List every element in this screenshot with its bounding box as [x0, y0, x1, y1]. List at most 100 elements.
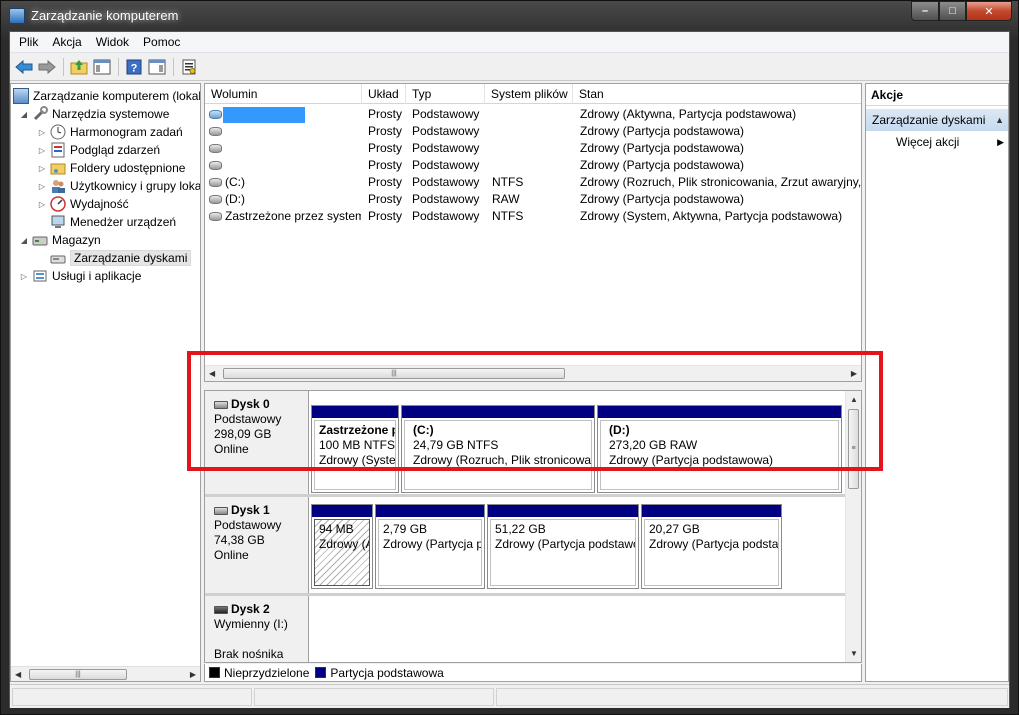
scrollbar-thumb[interactable]: ≡: [848, 409, 859, 489]
collapse-arrow-icon[interactable]: ◢: [19, 110, 29, 119]
tree-item-storage[interactable]: ◢ Magazyn: [19, 231, 101, 249]
table-cell-layout: Prosty: [368, 141, 403, 155]
partition-disk1-3[interactable]: 51,22 GBZdrowy (Partycja podstawowa): [487, 504, 639, 589]
close-button[interactable]: ✕: [966, 1, 1012, 21]
minimize-button[interactable]: –: [911, 1, 939, 21]
scroll-down-arrow-icon[interactable]: ▼: [850, 649, 858, 658]
disk-state: Online: [214, 548, 249, 562]
legend-label-primary: Partycja podstawowa: [330, 665, 444, 680]
table-row[interactable]: Prosty Podstawowy Zdrowy (Partycja podstaw…: [205, 123, 861, 140]
actions-section-label: Zarządzanie dyskami: [872, 113, 986, 127]
tree-item-users-groups[interactable]: ▷ Użytkownicy i grupy lokalne: [37, 177, 200, 195]
partition-c[interactable]: (C:) 24,79 GB NTFS Zdrowy (Rozruch, Plik s…: [401, 405, 595, 493]
collapse-up-icon[interactable]: ▲: [995, 109, 1004, 131]
volume-list-horizontal-scrollbar[interactable]: ◀ ||| ▶: [205, 365, 861, 381]
column-header-type[interactable]: Typ: [406, 84, 485, 104]
tree-item-event-viewer[interactable]: ▷ Podgląd zdarzeń: [37, 141, 160, 159]
show-hide-action-pane-button[interactable]: [146, 56, 168, 78]
toolbar: ?: [10, 53, 1009, 81]
scroll-up-arrow-icon[interactable]: ▲: [850, 395, 858, 404]
device-manager-icon: [50, 214, 66, 230]
tree-item-services-apps[interactable]: ▷ Usługi i aplikacje: [19, 267, 141, 285]
table-row[interactable]: Zastrzeżone przez system Prosty Podstawowy…: [205, 208, 861, 225]
partition-d[interactable]: (D:) 273,20 GB RAW Zdrowy (Partycja podsta…: [597, 405, 842, 493]
table-cell-volume: [225, 106, 361, 123]
up-level-button[interactable]: [68, 56, 90, 78]
expand-arrow-icon[interactable]: ▷: [37, 200, 47, 209]
column-header-layout[interactable]: Układ: [362, 84, 406, 104]
disk-map-vertical-scrollbar[interactable]: ▲ ≡ ▼: [845, 391, 861, 662]
expand-arrow-icon[interactable]: ▷: [37, 146, 47, 155]
help-icon: ?: [126, 59, 142, 74]
table-cell-layout: Prosty: [368, 107, 403, 121]
maximize-button[interactable]: □: [939, 1, 966, 21]
disk-1-label[interactable]: Dysk 1 Podstawowy 74,38 GB Online: [205, 497, 309, 593]
menu-view[interactable]: Widok: [89, 35, 136, 49]
forward-button[interactable]: [36, 56, 58, 78]
title-bar[interactable]: Zarządzanie komputerem – □ ✕: [1, 1, 1018, 31]
scrollbar-thumb[interactable]: |||: [223, 368, 565, 379]
show-hide-tree-button[interactable]: [91, 56, 113, 78]
menu-action[interactable]: Akcja: [45, 35, 88, 49]
table-cell-type: Podstawowy: [412, 158, 480, 172]
column-header-status[interactable]: Stan: [573, 84, 863, 104]
table-row[interactable]: Prosty Podstawowy Zdrowy (Aktywna, Partycj…: [205, 106, 861, 123]
tree-horizontal-scrollbar[interactable]: ◀ ||| ▶: [11, 666, 200, 681]
tree-item-root[interactable]: Zarządzanie komputerem (lokalne): [13, 87, 200, 105]
scroll-left-arrow-icon[interactable]: ◀: [15, 670, 21, 679]
actions-section-disk-management[interactable]: Zarządzanie dyskami ▲: [866, 109, 1008, 131]
partition-disk1-2[interactable]: 2,79 GBZdrowy (Partycja podstawowa): [375, 504, 485, 589]
table-cell-type: Podstawowy: [412, 141, 480, 155]
partition-name: (D:): [609, 423, 630, 437]
partition-bar: [488, 505, 638, 517]
table-row[interactable]: (C:) Prosty Podstawowy NTFS Zdrowy (Rozruch,…: [205, 174, 863, 191]
tree-item-performance[interactable]: ▷ Wydajność: [37, 195, 129, 213]
expand-arrow-icon[interactable]: ▷: [19, 272, 29, 281]
performance-icon: [50, 196, 66, 212]
scroll-right-arrow-icon[interactable]: ▶: [851, 369, 857, 378]
expand-arrow-icon[interactable]: ▷: [37, 128, 47, 137]
tree-item-device-manager[interactable]: Menedżer urządzeń: [50, 213, 176, 231]
table-row[interactable]: (D:) Prosty Podstawowy RAW Zdrowy (Partycja …: [205, 191, 861, 208]
expand-arrow-icon[interactable]: ▷: [37, 164, 47, 173]
expand-arrow-icon[interactable]: ▷: [37, 182, 47, 191]
disk-2-label[interactable]: Dysk 2 Wymienny (I:) Brak nośnika: [205, 596, 309, 662]
scroll-right-arrow-icon[interactable]: ▶: [190, 670, 196, 679]
help-button[interactable]: ?: [123, 56, 145, 78]
table-cell-fs: NTFS: [492, 175, 524, 189]
partition-disk1-1[interactable]: 94 MBZdrowy (Aktywna, Partycja podstawow…: [311, 504, 373, 589]
legend: Nieprzydzielone Partycja podstawowa: [204, 664, 862, 682]
folder-up-icon: [70, 59, 88, 74]
scroll-left-arrow-icon[interactable]: ◀: [209, 369, 215, 378]
table-row[interactable]: Prosty Podstawowy Zdrowy (Partycja podstaw…: [205, 157, 861, 174]
partition-status: Zdrowy (Partycja podstawowa): [649, 537, 779, 551]
scrollbar-thumb[interactable]: |||: [29, 669, 127, 680]
properties-button[interactable]: [178, 56, 200, 78]
more-actions[interactable]: Więcej akcji ▶: [866, 131, 1008, 153]
disk-management-icon: [50, 250, 66, 266]
partition-status: Zdrowy (Aktywna, Partycja podstawowa): [319, 537, 369, 551]
console-tree: Zarządzanie komputerem (lokalne) ◢ Narzę…: [10, 83, 201, 682]
menu-help[interactable]: Pomoc: [136, 35, 187, 49]
table-cell-volume: (C:): [225, 175, 245, 189]
disk-state: Brak nośnika: [214, 647, 284, 661]
collapse-arrow-icon[interactable]: ◢: [19, 236, 29, 245]
tree-item-system-tools[interactable]: ◢ Narzędzia systemowe: [19, 105, 169, 123]
action-pane-icon: [148, 59, 166, 74]
tree-item-task-scheduler[interactable]: ▷ Harmonogram zadań: [37, 123, 183, 141]
menu-file[interactable]: Plik: [12, 35, 45, 49]
partition-disk1-4[interactable]: 20,27 GBZdrowy (Partycja podstawowa): [641, 504, 782, 589]
table-cell-volume: [225, 157, 361, 174]
column-header-filesystem[interactable]: System plików: [485, 84, 573, 104]
tree-item-shared-folders[interactable]: ▷ Foldery udostępnione: [37, 159, 186, 177]
partition-system-reserved[interactable]: Zastrzeżone przez system100 MB NTFSZdrow…: [311, 405, 399, 493]
table-cell-volume: [225, 123, 361, 140]
disk-0-label[interactable]: Dysk 0 Podstawowy 298,09 GB Online: [205, 391, 309, 494]
back-button[interactable]: [13, 56, 35, 78]
column-header-volume[interactable]: Wolumin: [205, 84, 362, 104]
status-cell: [12, 688, 252, 706]
clock-icon: [50, 124, 66, 140]
tree-item-disk-management[interactable]: Zarządzanie dyskami: [50, 249, 192, 267]
table-row[interactable]: Prosty Podstawowy Zdrowy (Partycja podstaw…: [205, 140, 861, 157]
partition-bar: [642, 505, 781, 517]
